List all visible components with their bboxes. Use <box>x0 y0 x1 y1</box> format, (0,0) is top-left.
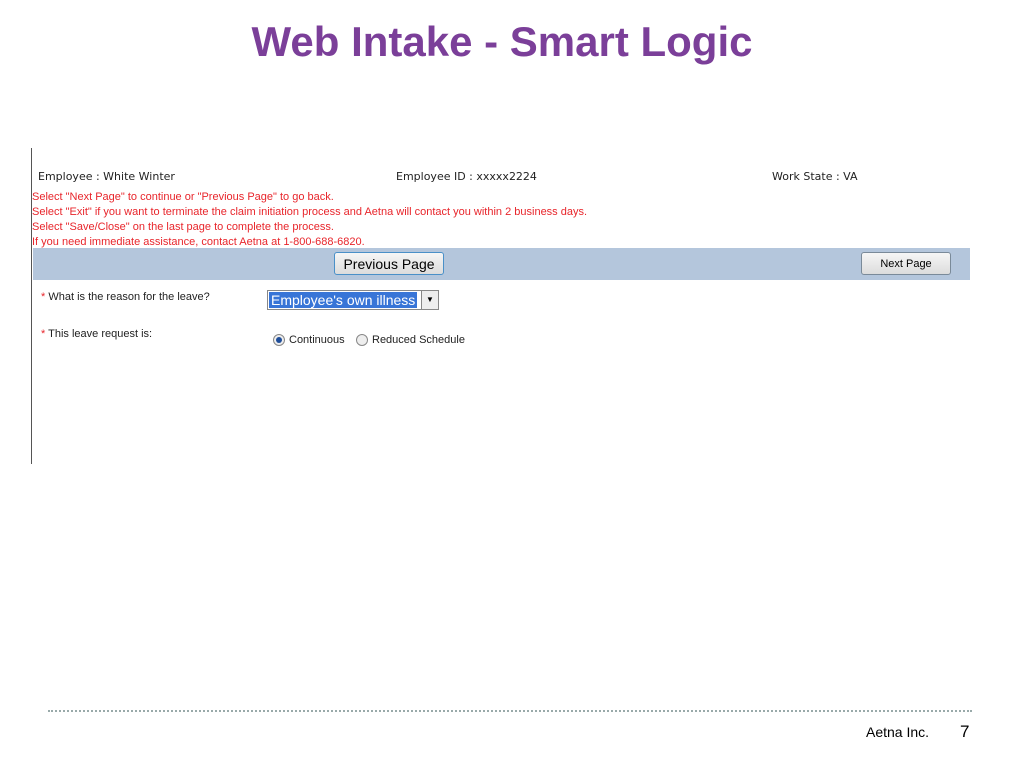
instruction-line: Select "Next Page" to continue or "Previ… <box>32 191 334 203</box>
page-number: 7 <box>960 722 970 741</box>
radio-label: Continuous <box>289 334 345 346</box>
instruction-line: Select "Save/Close" on the last page to … <box>32 221 334 233</box>
reason-select-value: Employee's own illness <box>269 292 418 308</box>
previous-page-button[interactable]: Previous Page <box>334 252 444 275</box>
request-label-text: This leave request is: <box>48 328 153 340</box>
web-intake-form: Employee : White Winter Employee ID : xx… <box>31 148 972 464</box>
instructions: Select "Next Page" to continue or "Previ… <box>32 190 587 250</box>
slide-title: Web Intake - Smart Logic <box>251 18 753 65</box>
radio-label: Reduced Schedule <box>372 334 465 346</box>
radio-reduced-schedule[interactable]: Reduced Schedule <box>356 334 465 346</box>
employee-id: Employee ID : xxxxx2224 <box>396 170 537 183</box>
footer-company: Aetna Inc. <box>866 724 930 740</box>
radio-unchecked-icon[interactable] <box>356 334 368 346</box>
footer-divider <box>48 710 972 712</box>
required-mark: * <box>41 328 46 340</box>
instruction-line: Select "Exit" if you want to terminate t… <box>32 206 588 218</box>
navigation-bar: Previous Page Next Page <box>33 248 970 280</box>
radio-checked-icon[interactable] <box>273 334 285 346</box>
next-page-button[interactable]: Next Page <box>861 252 951 275</box>
chevron-down-icon[interactable]: ▼ <box>421 291 438 309</box>
work-state: Work State : VA <box>772 170 858 183</box>
reason-label: * What is the reason for the leave? <box>41 291 210 303</box>
request-type-label: * This leave request is: <box>41 328 152 340</box>
radio-continuous[interactable]: Continuous <box>273 334 345 346</box>
reason-label-text: What is the reason for the leave? <box>48 291 210 303</box>
reason-select[interactable]: Employee's own illness ▼ <box>267 290 439 310</box>
employee-name: Employee : White Winter <box>38 170 175 183</box>
required-mark: * <box>41 291 46 303</box>
